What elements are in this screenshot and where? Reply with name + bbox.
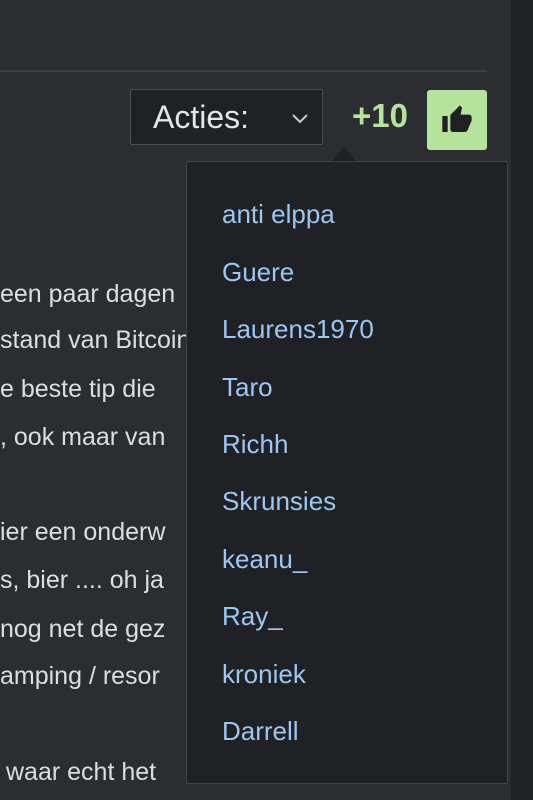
thumbs-up-icon — [442, 105, 472, 132]
chevron-down-icon — [292, 114, 308, 124]
reaction-user-link[interactable]: kroniek — [222, 659, 306, 690]
score-count: +10 — [352, 97, 408, 134]
post-text-line: , ook maar van — [0, 423, 166, 451]
reaction-user-link[interactable]: Laurens1970 — [222, 314, 374, 345]
reaction-user-link[interactable]: Darrell — [222, 716, 299, 747]
reaction-user-link[interactable]: Ray_ — [222, 601, 283, 632]
post-text-line: s, bier .... oh ja — [0, 566, 164, 594]
post-text-line: stand van Bitcoin — [0, 326, 190, 354]
post-text-line: e beste tip die — [0, 375, 156, 403]
post-text-line: ier een onderw — [0, 518, 166, 546]
scrollbar-track[interactable] — [511, 0, 533, 800]
actions-dropdown[interactable]: Acties: — [130, 89, 323, 145]
reaction-user-link[interactable]: Richh — [222, 429, 288, 460]
divider — [0, 70, 487, 72]
post-text-line: nog net de gez — [0, 615, 166, 643]
reactions-dropdown-menu: anti elppa Guere Laurens1970 Taro Richh … — [186, 161, 508, 784]
post-text-line: een paar dagen — [0, 280, 176, 308]
reaction-user-link[interactable]: Skrunsies — [222, 486, 336, 517]
actions-label: Acties: — [153, 98, 250, 135]
reaction-user-link[interactable]: Taro — [222, 372, 273, 403]
post-text-line: amping / resor — [0, 662, 160, 690]
reaction-user-link[interactable]: keanu_ — [222, 544, 307, 575]
dropdown-caret — [332, 147, 356, 161]
reaction-user-link[interactable]: Guere — [222, 257, 294, 288]
like-button[interactable] — [427, 90, 487, 150]
post-body: een paar dagen stand van Bitcoin e beste… — [0, 260, 190, 800]
reaction-user-link[interactable]: anti elppa — [222, 199, 335, 230]
post-text-line: waar echt het — [6, 758, 157, 786]
